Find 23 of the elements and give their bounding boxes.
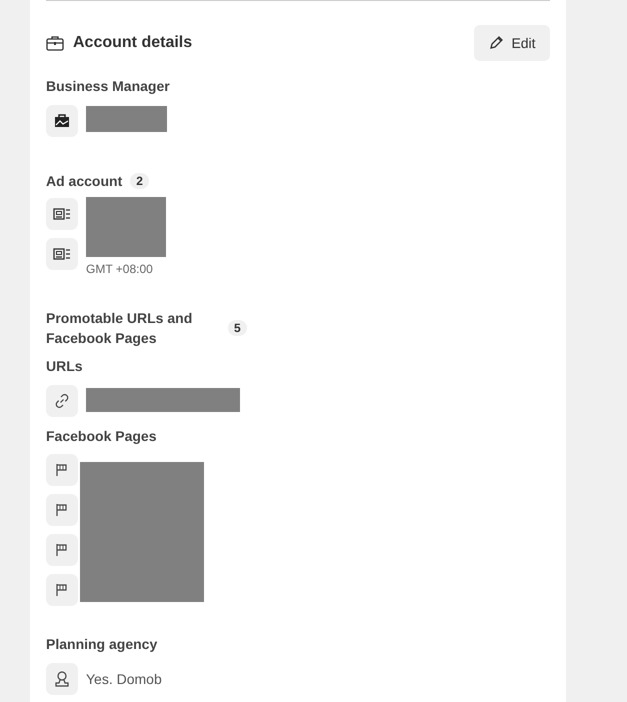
person-icon bbox=[46, 663, 78, 695]
timezone-text: GMT +08:00 bbox=[86, 262, 154, 276]
flag-icon bbox=[46, 534, 78, 566]
ad-account-icon bbox=[46, 198, 78, 230]
count-badge: 5 bbox=[228, 320, 247, 336]
flag-icon bbox=[46, 454, 78, 486]
flag-icon bbox=[46, 494, 78, 526]
field-label: URLs bbox=[46, 357, 84, 376]
briefcase-icon bbox=[46, 35, 64, 51]
flag-icon bbox=[46, 574, 78, 606]
ad-account-icon bbox=[46, 238, 78, 270]
field-label: Facebook Pages bbox=[46, 427, 158, 446]
field-label: Planning agency bbox=[46, 635, 158, 654]
field-label: Business Manager bbox=[46, 77, 171, 96]
edit-button[interactable]: Edit bbox=[474, 25, 550, 61]
section-title: Account details bbox=[73, 34, 192, 52]
field-label: Ad account bbox=[46, 172, 122, 191]
field-label: Promotable URLs and Facebook Pages bbox=[46, 309, 194, 348]
count-badge: 2 bbox=[130, 173, 149, 189]
pencil-icon bbox=[488, 35, 504, 51]
briefcase-icon bbox=[46, 105, 78, 137]
link-icon bbox=[46, 385, 78, 417]
agency-name: Yes. Domob bbox=[86, 671, 162, 687]
